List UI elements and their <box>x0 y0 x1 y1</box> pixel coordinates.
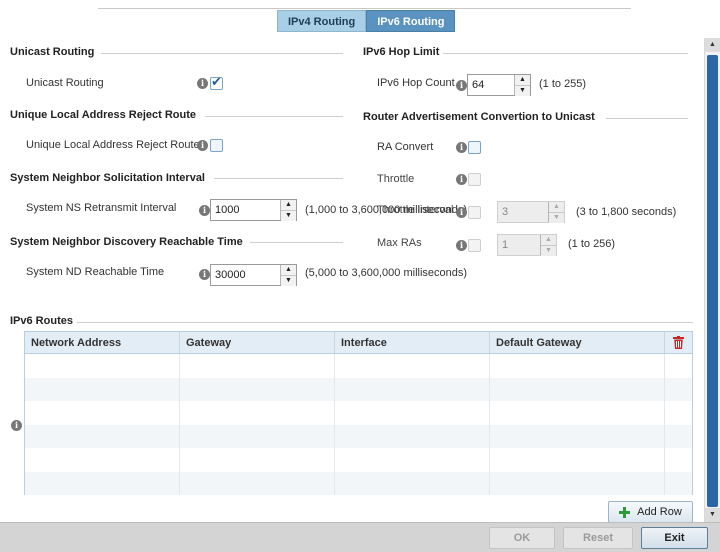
ula-reject-checkbox[interactable] <box>210 139 223 152</box>
spin-down-icon[interactable]: ▼ <box>541 245 556 256</box>
spin-down-icon[interactable]: ▼ <box>549 212 564 223</box>
vertical-scrollbar[interactable]: ▲ ▼ <box>704 38 720 522</box>
unicast-routing-checkbox[interactable] <box>210 75 223 90</box>
column-header[interactable]: Default Gateway <box>490 332 665 353</box>
divider <box>250 242 343 243</box>
column-header[interactable]: Interface <box>335 332 490 353</box>
reset-button[interactable]: Reset <box>563 527 633 549</box>
info-icon[interactable]: i <box>456 80 467 91</box>
nd-reachable-heading: System Neighbor Discovery Reachable Time <box>10 236 243 248</box>
nd-reachable-value[interactable] <box>211 265 280 285</box>
hop-limit-heading: IPv6 Hop Limit <box>363 46 440 58</box>
nd-reachable-range: (5,000 to 3,600,000 milliseconds) <box>305 267 468 279</box>
trash-icon[interactable] <box>673 336 684 349</box>
max-ras-checkbox[interactable] <box>468 239 481 252</box>
info-icon[interactable]: i <box>456 174 467 185</box>
ra-convert-label: RA Convert <box>377 141 434 153</box>
ns-retransmit-label: System NS Retransmit Interval <box>26 202 177 214</box>
info-icon[interactable]: i <box>456 142 467 153</box>
nd-reachable-label: System ND Reachable Time <box>26 266 165 278</box>
scroll-down-icon[interactable]: ▼ <box>705 508 720 522</box>
table-row[interactable] <box>25 471 692 495</box>
ula-reject-label: Unique Local Address Reject Route <box>26 139 200 151</box>
ns-interval-heading: System Neighbor Solicitation Interval <box>10 172 205 184</box>
hop-count-range: (1 to 255) <box>539 78 587 90</box>
spin-up-icon[interactable]: ▲ <box>549 202 564 212</box>
max-ras-value[interactable] <box>498 235 540 255</box>
ns-retransmit-input[interactable]: ▲▼ <box>210 199 297 221</box>
tab-ipv4-routing[interactable]: IPv4 Routing <box>277 10 367 32</box>
hop-count-label: IPv6 Hop Count <box>377 77 455 89</box>
add-row-label: Add Row <box>637 506 682 518</box>
ok-button[interactable]: OK <box>489 527 555 549</box>
divider <box>214 178 343 179</box>
top-divider <box>98 8 631 9</box>
max-ras-range: (1 to 256) <box>568 238 616 250</box>
column-header[interactable]: Gateway <box>180 332 335 353</box>
column-header[interactable]: Network Address <box>25 332 180 353</box>
throttle-label: Throttle <box>377 173 415 185</box>
table-header: Network Address Gateway Interface Defaul… <box>25 332 692 354</box>
table-row[interactable] <box>25 401 692 425</box>
throttle-interval-label: Throttle Interval <box>377 204 454 216</box>
scroll-thumb[interactable] <box>707 55 718 507</box>
throttle-interval-input[interactable]: ▲▼ <box>497 201 565 223</box>
info-icon[interactable]: i <box>197 140 208 151</box>
spin-down-icon[interactable]: ▼ <box>515 85 530 96</box>
spin-down-icon[interactable]: ▼ <box>281 275 296 286</box>
unicast-routing-heading: Unicast Routing <box>10 46 95 58</box>
spin-up-icon[interactable]: ▲ <box>541 235 556 245</box>
divider <box>77 322 693 323</box>
spin-up-icon[interactable]: ▲ <box>281 265 296 275</box>
table-row[interactable] <box>25 354 692 378</box>
add-row-button[interactable]: Add Row <box>608 501 693 523</box>
table-row[interactable] <box>25 448 692 472</box>
ipv6-routes-table: Network Address Gateway Interface Defaul… <box>24 331 693 495</box>
footer-bar: OK Reset Exit <box>0 522 720 552</box>
divider <box>205 116 343 117</box>
scroll-up-icon[interactable]: ▲ <box>705 38 720 52</box>
table-body <box>25 354 692 495</box>
spin-up-icon[interactable]: ▲ <box>281 200 296 210</box>
ra-conversion-heading: Router Advertisement Convertion to Unica… <box>363 111 595 123</box>
divider <box>606 118 688 119</box>
ns-retransmit-value[interactable] <box>211 200 280 220</box>
ra-convert-checkbox[interactable] <box>468 141 481 154</box>
info-icon[interactable]: i <box>197 78 208 89</box>
max-ras-input[interactable]: ▲▼ <box>497 234 557 256</box>
info-icon[interactable]: i <box>199 269 210 280</box>
delete-column <box>665 332 692 353</box>
divider <box>101 53 343 54</box>
table-row[interactable] <box>25 424 692 448</box>
throttle-interval-value[interactable] <box>498 202 548 222</box>
main-form: Unicast Routing Unicast Routing i Unique… <box>0 36 702 523</box>
ipv6-routes-heading: IPv6 Routes <box>10 315 73 327</box>
hop-count-input[interactable]: ▲▼ <box>467 74 531 96</box>
table-row[interactable] <box>25 377 692 401</box>
throttle-checkbox[interactable] <box>468 173 481 186</box>
unicast-routing-label: Unicast Routing <box>26 77 104 89</box>
tab-bar: IPv4 Routing IPv6 Routing <box>277 10 456 32</box>
exit-button[interactable]: Exit <box>641 527 708 549</box>
hop-count-value[interactable] <box>468 75 514 95</box>
throttle-interval-range: (3 to 1,800 seconds) <box>576 206 677 218</box>
plus-icon <box>619 506 631 518</box>
info-icon[interactable]: i <box>456 240 467 251</box>
info-icon[interactable]: i <box>11 420 22 431</box>
tab-ipv6-routing[interactable]: IPv6 Routing <box>366 10 456 32</box>
info-icon[interactable]: i <box>456 207 467 218</box>
info-icon[interactable]: i <box>199 205 210 216</box>
spin-up-icon[interactable]: ▲ <box>515 75 530 85</box>
ula-reject-heading: Unique Local Address Reject Route <box>10 109 197 121</box>
max-ras-label: Max RAs <box>377 237 422 249</box>
throttle-interval-checkbox[interactable] <box>468 206 481 219</box>
divider <box>443 53 688 54</box>
nd-reachable-input[interactable]: ▲▼ <box>210 264 297 286</box>
spin-down-icon[interactable]: ▼ <box>281 210 296 221</box>
